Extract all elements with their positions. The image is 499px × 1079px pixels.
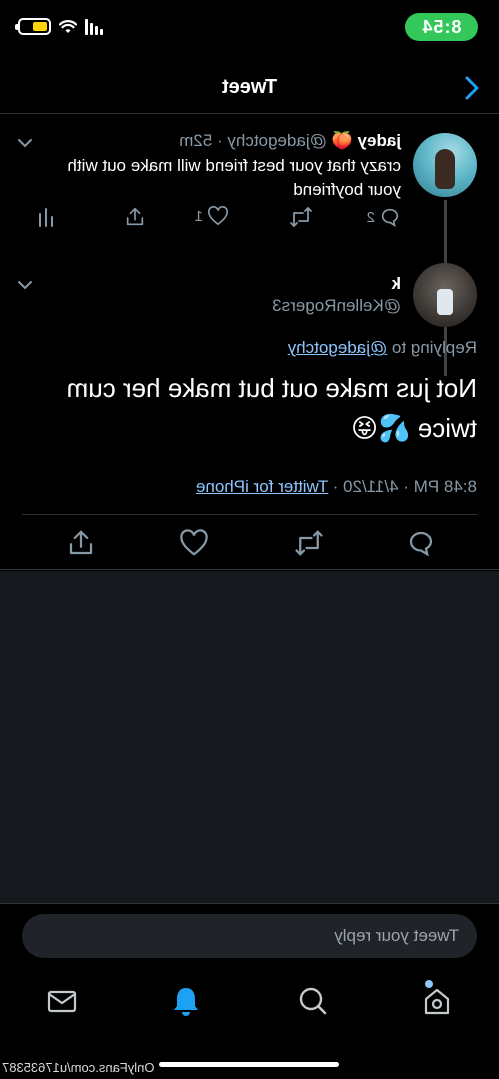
watermark: OnlyFans.com/u17635387 [2, 1060, 155, 1075]
chevron-down-icon[interactable] [16, 276, 34, 294]
status-icons [18, 18, 103, 35]
separator: · [216, 131, 223, 150]
replying-to: Replying to @jadegotchy [288, 338, 477, 358]
reply-icon [381, 208, 399, 227]
signal-icon [85, 18, 103, 35]
screen: 8:54 Tweet jadey 🍑 @jadegotchy · 52m cra… [0, 0, 499, 1079]
tweet-meta: 8:48 PM · 4/11/20 · Twitter for iPhone [196, 477, 477, 497]
status-bar: 8:54 [0, 0, 499, 54]
wifi-icon [59, 19, 77, 33]
separator: · [332, 477, 339, 496]
empty-area [0, 571, 499, 903]
tweet-actions: 2 1 [20, 206, 401, 234]
share-button[interactable] [124, 206, 146, 228]
like-count: 1 [194, 207, 203, 225]
search-icon[interactable] [295, 984, 329, 1018]
tweet-text: Not jus make out but make her cum twice … [37, 368, 477, 448]
like-button[interactable]: 1 [195, 206, 229, 226]
tweet-date: 4/11/20 [343, 477, 399, 496]
retweet-icon[interactable] [294, 528, 324, 558]
tweet-actions [0, 528, 499, 558]
nav-bar: Tweet [0, 62, 499, 114]
separator: · [403, 477, 409, 496]
analytics-icon [39, 208, 53, 227]
retweet-icon [290, 206, 312, 228]
tweet-emojis: 💦😝 [351, 413, 411, 443]
avatar[interactable] [413, 133, 477, 197]
replying-label: Replying to [391, 338, 477, 357]
heart-icon [208, 206, 228, 226]
reply-icon[interactable] [406, 528, 436, 558]
reply-button[interactable]: 2 [367, 206, 401, 228]
avatar[interactable] [413, 263, 477, 327]
page-title: Tweet [221, 76, 278, 98]
share-icon [126, 207, 144, 226]
user-name[interactable]: k [392, 274, 401, 294]
notifications-icon[interactable] [169, 984, 203, 1018]
tweet-header: jadey 🍑 @jadegotchy · 52m [179, 131, 401, 151]
home-icon[interactable] [420, 984, 454, 1018]
name-emoji: 🍑 [331, 131, 353, 150]
main-tweet: k @KellenRogers3 Replying to @jadegotchy… [0, 258, 499, 570]
battery-icon [18, 18, 51, 35]
reply-bar [0, 903, 499, 965]
user-name[interactable]: jadey [358, 131, 401, 150]
user-handle[interactable]: @KellenRogers3 [272, 296, 401, 316]
user-handle[interactable]: @jadegotchy [227, 131, 327, 150]
analytics-button[interactable] [37, 206, 55, 228]
replying-handle-link[interactable]: @jadegotchy [288, 338, 388, 357]
home-indicator[interactable] [159, 1062, 339, 1067]
share-icon[interactable] [66, 528, 96, 558]
parent-tweet[interactable]: jadey 🍑 @jadegotchy · 52m crazy that you… [0, 120, 499, 376]
chevron-down-icon[interactable] [16, 134, 34, 152]
status-time: 8:54 [405, 13, 478, 41]
retweet-button[interactable] [289, 206, 313, 228]
messages-icon[interactable] [45, 984, 79, 1018]
reply-count: 2 [366, 208, 375, 226]
tweet-text: crazy that your best friend will make ou… [67, 156, 401, 199]
tweet-source-link[interactable]: Twitter for iPhone [196, 477, 328, 496]
heart-icon[interactable] [179, 528, 209, 558]
tweet-time: 8:48 PM [413, 477, 477, 496]
notification-dot [425, 980, 433, 988]
tweet-body: Not jus make out but make her cum twice [66, 373, 477, 443]
reply-input[interactable] [22, 914, 477, 958]
tweet-age: 52m [179, 131, 213, 150]
divider [22, 514, 477, 515]
